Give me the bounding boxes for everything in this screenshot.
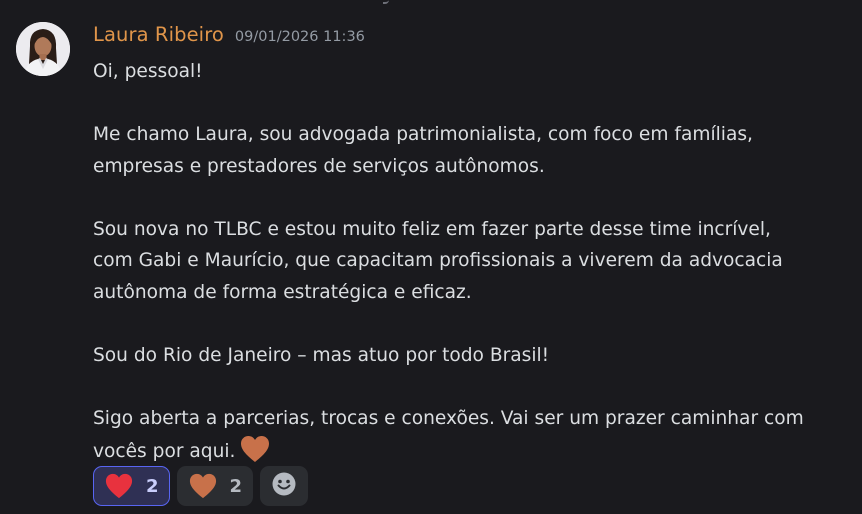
reactions-bar: 2 2 (93, 466, 309, 506)
reaction-count: 2 (146, 475, 159, 497)
reaction-red-heart[interactable]: 2 (93, 466, 170, 506)
message-line: Oi, pessoal! (93, 61, 203, 82)
red-heart-icon (104, 472, 134, 500)
message-line-blank (93, 88, 843, 120)
message-line: Me chamo Laura, sou advogada patrimonial… (93, 124, 753, 145)
orange-heart-icon (188, 472, 218, 500)
chat-message: Laura Ribeiro 09/01/2026 11:36 Oi, pesso… (0, 0, 862, 514)
message-line: Sou do Rio de Janeiro – mas atuo por tod… (93, 344, 550, 366)
reaction-orange-heart[interactable]: 2 (176, 466, 254, 506)
message-line: autônoma de forma estratégica e eficaz. (93, 281, 472, 303)
add-reaction-icon (271, 471, 297, 501)
reaction-count: 2 (229, 475, 243, 497)
message-line-blank (93, 182, 843, 214)
add-reaction-button[interactable] (260, 466, 309, 506)
message-line-blank (93, 371, 843, 403)
message-header: Laura Ribeiro 09/01/2026 11:36 (93, 23, 365, 49)
message-line-last: vocês por aqui. (93, 434, 843, 466)
avatar-photo (16, 22, 70, 76)
message-line-blank (93, 308, 843, 340)
message-line: Sigo aberta a parcerias, trocas e conexõ… (93, 407, 804, 429)
username[interactable]: Laura Ribeiro (93, 23, 224, 46)
message-line-text: vocês por aqui. (93, 441, 236, 462)
message-content: Oi, pessoal! Me chamo Laura, sou advogad… (93, 56, 843, 466)
avatar[interactable] (16, 22, 70, 76)
message-line: empresas e prestadores de serviços autôn… (93, 155, 545, 177)
message-line: Sou nova no TLBC e estou muito feliz em … (93, 218, 771, 240)
timestamp[interactable]: 09/01/2026 11:36 (235, 29, 365, 45)
orange-heart-icon (239, 434, 271, 464)
message-line: com Gabi e Maurício, que capacitam profi… (93, 250, 783, 271)
